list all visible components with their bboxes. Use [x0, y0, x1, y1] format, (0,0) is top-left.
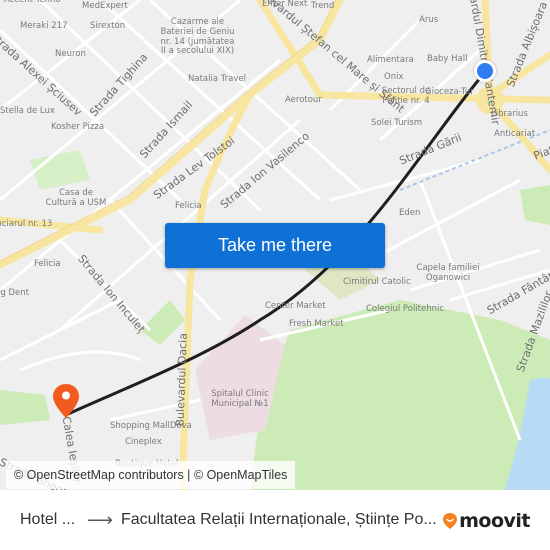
poi-label: Arus: [419, 15, 439, 25]
moovit-pin-icon: [443, 513, 458, 529]
poi-label: Accent Tehno: [4, 0, 61, 5]
poi-label: Trend: [311, 1, 335, 11]
poi-label: Casa de Cultură a USM: [45, 188, 107, 208]
poi-label: Anticariat: [494, 129, 536, 139]
poi-label: Aerotour: [285, 95, 322, 105]
moovit-logo: moovit: [442, 510, 530, 532]
poi-label: Gioceza-Tur: [425, 87, 474, 97]
arrow-right-icon: ⟶: [87, 509, 113, 530]
poi-label: Baby Hall: [427, 54, 468, 64]
poi-label: Sirexton: [90, 21, 126, 31]
poi-label: Natalia Travel: [188, 74, 247, 84]
poi-label: Onix: [384, 72, 404, 82]
map-attribution[interactable]: © OpenStreetMap contributors | © OpenMap…: [6, 461, 296, 489]
origin-location-icon[interactable]: [474, 60, 496, 82]
poi-label: Alimentara: [367, 55, 414, 65]
poi-label: Spitalul Clinic Municipal №1: [211, 389, 269, 409]
moovit-wordmark: moovit: [459, 510, 530, 532]
poi-label: MedExpert: [82, 1, 128, 11]
map-view[interactable]: Accent Tehno MedExpert Enter Next Trend …: [0, 0, 550, 490]
poi-label: Felicia: [34, 259, 61, 269]
poi-label: Cazarme ale Bateriei de Geniu nr. 14 (ju…: [160, 17, 235, 57]
park-area-usm: [30, 150, 90, 190]
poi-label: Stella de Lux: [0, 106, 55, 116]
park-area-east: [520, 185, 550, 225]
poi-label: Neuron: [55, 49, 86, 59]
poi-label: Cimitirul Catolic: [343, 277, 411, 287]
park-area-west: [0, 390, 50, 425]
poi-label: Capela familiei Oganowici: [416, 263, 480, 283]
poi-label: Felicia: [175, 201, 202, 211]
poi-label: Penitenciarul nr. 13: [0, 219, 53, 229]
poi-label: Kosher Pizza: [51, 122, 105, 132]
destination-name: Facultatea Relații Internaționale, Știin…: [120, 511, 437, 528]
poi-label: Meraki 217: [20, 21, 68, 31]
poi-label: Fresh Market: [289, 319, 344, 329]
poi-label: Berg Dent: [0, 288, 29, 298]
poi-label: Center Market: [265, 301, 326, 311]
poi-label: Eden: [399, 208, 421, 218]
poi-label: Cineplex: [125, 437, 162, 447]
destination-pin-icon[interactable]: [52, 383, 80, 419]
origin-name: Hotel ...: [20, 511, 76, 528]
route-footer: Hotel ... ⟶ Facultatea Relații Internați…: [0, 490, 550, 550]
poi-label: Colegiul Politehnic: [366, 304, 445, 314]
take-me-there-button[interactable]: Take me there: [165, 223, 385, 268]
poi-label: Solei Turism: [371, 118, 423, 128]
